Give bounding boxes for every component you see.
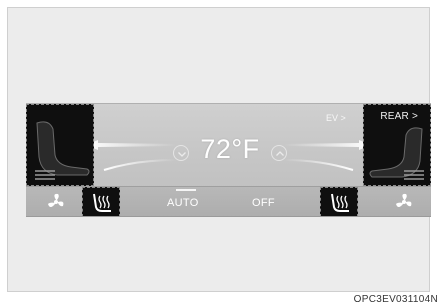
temperature-down-button[interactable] [173,145,189,161]
seat-icon [35,121,90,180]
fan-icon [48,193,64,207]
ev-climate-link[interactable]: EV > [326,113,346,123]
fan-right-button[interactable] [386,187,422,216]
driver-seat-heat-button[interactable] [82,187,120,216]
seat-heat-icon [331,193,349,212]
passenger-seat-heat-button[interactable] [320,187,358,216]
off-button[interactable]: OFF [252,197,275,209]
chevron-down-icon [178,152,186,157]
temperature-up-button[interactable] [271,145,287,161]
airflow-left-curve-icon [103,159,177,171]
auto-indicator [176,189,196,191]
airflow-left-arrow-icon [86,140,176,150]
chevron-up-icon [276,151,284,156]
fan-icon [396,193,412,207]
climate-bottom-bar: AUTO OFF [26,186,431,216]
auto-button[interactable]: AUTO [167,197,199,209]
rear-climate-link[interactable]: REAR > [380,111,418,122]
temperature-display: 72°F [200,134,260,164]
figure-code: OPC3EV031104N [353,294,438,305]
seat-heat-icon [93,193,111,212]
airflow-right-curve-icon [283,159,354,171]
climate-control-panel: REAR > EV > 72°F AUTO OFF [26,103,431,217]
fan-left-button[interactable] [38,187,74,216]
airflow-right-arrow-icon [284,140,371,150]
driver-seat-airflow-button[interactable] [26,104,94,186]
passenger-seat-airflow-button[interactable]: REAR > [363,104,431,186]
